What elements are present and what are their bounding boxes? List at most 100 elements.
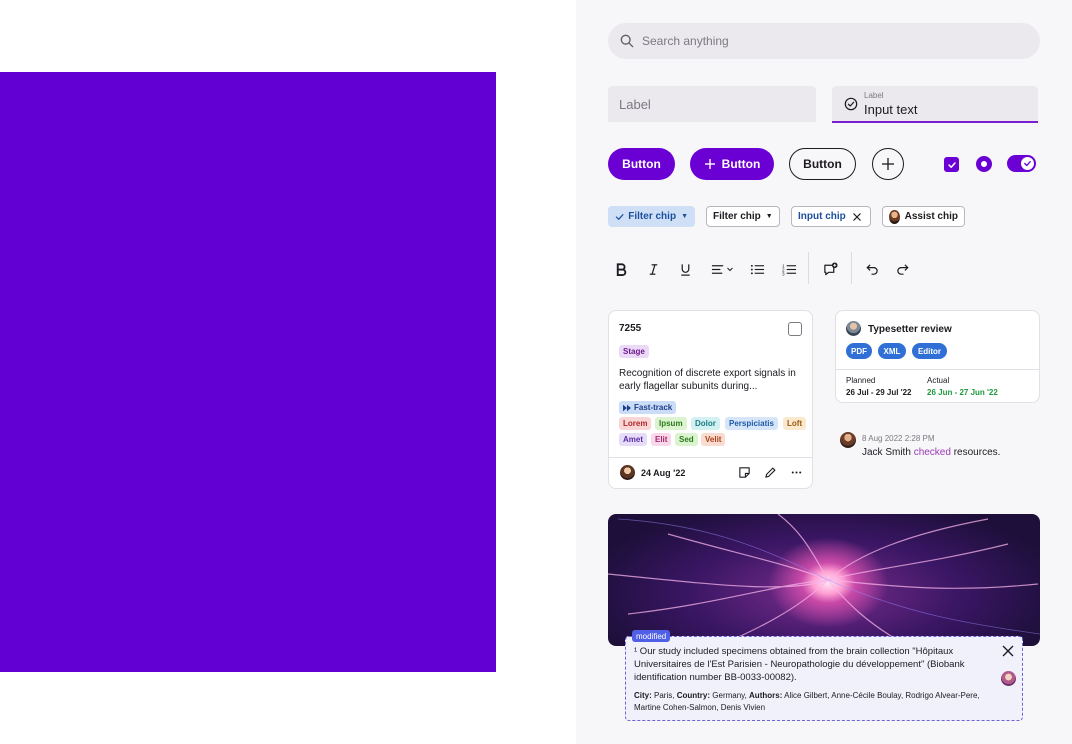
activity-user[interactable]: Jack Smith (862, 447, 911, 458)
pill-editor: Editor (912, 343, 947, 359)
task-card[interactable]: 7255 Stage Recognition of discrete expor… (608, 310, 813, 489)
text-field-empty[interactable]: Label (608, 86, 816, 122)
color-swatch-primary (0, 72, 496, 672)
radio-selected[interactable] (976, 156, 992, 172)
plus-icon (882, 158, 894, 170)
due-date: 24 Aug '22 (641, 468, 686, 478)
activity-action: checked (913, 447, 951, 458)
toolbar-divider (808, 252, 809, 284)
country-value: Germany, (712, 691, 747, 700)
actual-value: 26 Jun - 27 Jun '22 (927, 388, 998, 397)
text-field-empty-label: Label (619, 96, 651, 112)
avatar (846, 321, 861, 336)
svg-text:3: 3 (782, 271, 785, 276)
outlined-button[interactable]: Button (789, 148, 856, 180)
priority-tag: Fast-track (619, 401, 677, 414)
tag-loft: Loft (783, 417, 807, 430)
tag-amet: Amet (619, 433, 648, 446)
fast-forward-icon (623, 404, 631, 411)
filled-icon-button-label: Button (721, 157, 761, 171)
check-icon (1024, 161, 1031, 167)
add-comment-button[interactable] (822, 258, 838, 280)
outlined-button-label: Button (803, 157, 842, 171)
modified-badge: modified (632, 630, 671, 642)
footnote-meta: City: Paris, Country: Germany, Authors: … (634, 690, 1004, 714)
stage-tag: Stage (619, 345, 649, 358)
review-card[interactable]: Typesetter review PDF XML Editor Planned… (835, 310, 1040, 403)
bullet-list-button[interactable] (749, 258, 765, 280)
filter-chip-selected[interactable]: Filter chip ▼ (608, 206, 695, 227)
planned-value: 26 Jul - 29 Jul '22 (846, 388, 912, 397)
align-left-icon (711, 264, 723, 274)
search-bar[interactable]: Search anything (608, 23, 1040, 59)
chevron-down-icon (726, 267, 733, 272)
city-label: City: (634, 691, 652, 700)
redo-button[interactable] (895, 258, 911, 280)
plasma-ball-image (608, 514, 1040, 646)
checkbox-checked[interactable] (944, 157, 959, 172)
numbered-list-icon: 123 (782, 263, 796, 276)
assist-chip[interactable]: Assist chip (882, 206, 965, 227)
sticky-note-icon[interactable] (738, 466, 751, 479)
toggle-knob (1021, 157, 1034, 170)
text-field-filled[interactable]: Label Input text (832, 86, 1038, 123)
tag-sed: Sed (675, 433, 698, 446)
edit-icon[interactable] (764, 466, 777, 479)
filled-button[interactable]: Button (608, 148, 675, 180)
check-icon (615, 213, 624, 220)
tag-perspiciatis: Perspiciatis (725, 417, 778, 430)
tag-elit: Elit (651, 433, 672, 446)
plus-icon (704, 159, 715, 169)
city-value: Paris, (654, 691, 675, 700)
input-chip[interactable]: Input chip (791, 206, 871, 227)
check-icon (947, 161, 956, 168)
undo-icon (865, 263, 878, 275)
card-divider (609, 457, 812, 458)
align-dropdown-button[interactable] (709, 258, 735, 280)
search-placeholder: Search anything (642, 34, 729, 48)
numbered-list-button[interactable]: 123 (781, 258, 797, 280)
tag-ipsum: Ipsum (655, 417, 687, 430)
close-icon[interactable] (852, 212, 862, 222)
assist-chip-label: Assist chip (904, 211, 958, 222)
more-icon[interactable] (790, 466, 803, 479)
bold-icon (616, 262, 626, 276)
pill-xml: XML (878, 343, 906, 359)
priority-label: Fast-track (634, 403, 673, 412)
tag-dolor: Dolor (691, 417, 720, 430)
avatar (620, 465, 635, 480)
bold-button[interactable] (613, 258, 629, 280)
underline-button[interactable] (677, 258, 693, 280)
avatar (1001, 671, 1016, 686)
bullet-list-icon (750, 264, 764, 274)
undo-button[interactable] (863, 258, 879, 280)
activity-timestamp: 8 Aug 2022 2:28 PM (862, 434, 935, 443)
task-id: 7255 (619, 323, 642, 334)
filter-chip[interactable]: Filter chip ▼ (706, 206, 780, 227)
page: Search anything Label Label Input text B… (0, 0, 1072, 744)
country-label: Country: (676, 691, 711, 700)
tag-lorem: Lorem (619, 417, 652, 430)
task-checkbox[interactable] (788, 322, 802, 336)
footnote-text: ¹ Our study included specimens obtained … (634, 646, 965, 683)
close-icon[interactable] (1002, 645, 1014, 657)
authors-label: Authors: (749, 691, 783, 700)
add-comment-icon (823, 261, 838, 275)
footnote-popup: ¹ Our study included specimens obtained … (625, 636, 1023, 721)
toolbar-divider (851, 252, 852, 284)
italic-icon (649, 263, 657, 275)
redo-icon (896, 263, 909, 275)
check-circle-icon (844, 97, 858, 111)
text-field-filled-label: Label (864, 91, 884, 100)
filled-button-label: Button (622, 157, 661, 171)
toggle-switch-on[interactable] (1007, 155, 1036, 172)
activity-object: resources. (953, 447, 1001, 458)
review-title: Typesetter review (868, 324, 952, 335)
avatar (840, 432, 856, 448)
italic-button[interactable] (645, 258, 661, 280)
caret-down-icon: ▼ (681, 213, 688, 220)
filled-icon-button[interactable]: Button (690, 148, 774, 180)
task-description: Recognition of discrete export signals i… (619, 368, 796, 392)
caret-down-icon: ▼ (765, 213, 773, 220)
add-icon-button[interactable] (872, 148, 904, 180)
